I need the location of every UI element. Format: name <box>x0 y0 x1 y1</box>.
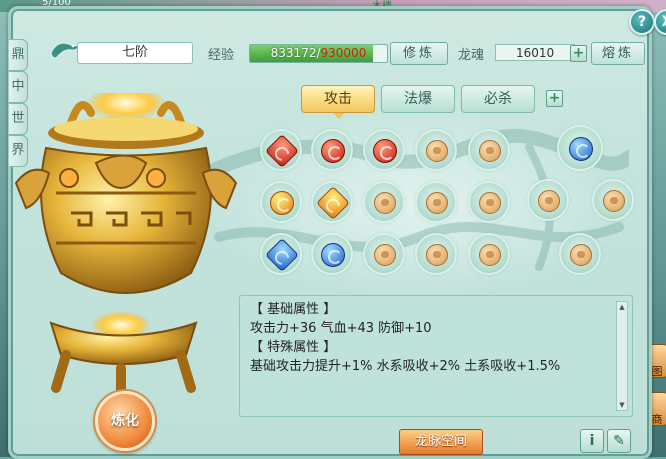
vein-slot-r2-c1[interactable] <box>262 183 300 221</box>
edit-button[interactable]: ✎ <box>607 429 631 453</box>
dragon-vein-panel: 鼎 中 世 界 七阶 经验 833172/930000 修炼 龙魂 16010 … <box>8 6 666 459</box>
info-button[interactable]: i <box>580 429 604 453</box>
cultivate-button[interactable]: 修炼 <box>390 42 448 65</box>
base-attr-header: 【 基础属性 】 <box>250 302 337 317</box>
side-tab-1[interactable]: 鼎 <box>9 39 28 71</box>
vein-slot-r1-c4[interactable] <box>417 131 455 169</box>
locked-token-icon <box>479 244 501 266</box>
locked-token-icon <box>374 244 396 266</box>
tab-attack[interactable]: 攻击 <box>301 85 375 119</box>
help-button[interactable]: ? <box>629 9 655 35</box>
blue-orb-icon <box>321 243 345 267</box>
vein-slot-r1-c3[interactable] <box>365 131 403 169</box>
vein-slot-r1-c5[interactable] <box>470 131 508 169</box>
scroll-down-icon[interactable]: ▼ <box>617 400 627 410</box>
attribute-info-box: 【 基础属性 】 攻击力+36 气血+43 防御+10 【 特殊属性 】 基础攻… <box>239 295 633 417</box>
locked-token-icon <box>570 244 592 266</box>
add-soul-button[interactable]: + <box>570 45 587 62</box>
rank-name: 七阶 <box>77 42 193 64</box>
golden-cauldron-image <box>14 93 238 393</box>
add-tab-button[interactable]: + <box>546 90 563 107</box>
dragon-soul-value: 16010 <box>495 44 575 61</box>
vein-slot-r3-c1[interactable] <box>262 235 300 273</box>
info-scrollbar[interactable]: ▲ ▼ <box>616 301 628 411</box>
locked-token-icon <box>538 190 560 212</box>
vein-slot-r3-c3[interactable] <box>365 235 403 273</box>
base-attr-line: 攻击力+36 气血+43 防御+10 <box>250 321 432 336</box>
vein-slot-right-2[interactable] <box>594 181 632 219</box>
vein-slot-r2-c2[interactable] <box>313 183 351 221</box>
vein-slot-r3-c4[interactable] <box>417 235 455 273</box>
vein-slot-r1-c1[interactable] <box>262 131 300 169</box>
locked-token-icon <box>603 190 625 212</box>
locked-token-icon <box>479 192 501 214</box>
orange-orb-icon <box>270 191 294 215</box>
exp-label: 经验 <box>208 48 235 63</box>
refine-button[interactable]: 炼化 <box>95 391 155 451</box>
orange-gem-icon <box>316 186 350 220</box>
vein-slot-r3-c2[interactable] <box>313 235 351 273</box>
vein-slot-r3-c5[interactable] <box>470 235 508 273</box>
locked-token-icon <box>374 192 396 214</box>
vein-slot-r2-c3[interactable] <box>365 183 403 221</box>
blue-gem-icon <box>265 238 299 272</box>
exp-text: 833172/930000 <box>270 46 367 60</box>
vein-core-slot[interactable] <box>559 127 601 169</box>
tab-critical[interactable]: 必杀 <box>461 85 535 113</box>
locked-token-icon <box>426 140 448 162</box>
scroll-up-icon[interactable]: ▲ <box>617 302 627 312</box>
vein-slot-right-1[interactable] <box>529 181 567 219</box>
tab-magic-burst[interactable]: 法爆 <box>381 85 455 113</box>
red-orb-icon <box>373 139 397 163</box>
red-gem-icon <box>265 134 299 168</box>
dragon-vein-space-button[interactable]: 龙脉空间 <box>399 429 483 455</box>
red-orb-icon <box>321 139 345 163</box>
locked-token-icon <box>426 244 448 266</box>
special-attr-line: 基础攻击力提升+1% 水系吸收+2% 土系吸收+1.5% <box>250 359 561 374</box>
blue-core-orb-icon <box>569 137 593 161</box>
vein-slot-right-3[interactable] <box>561 235 599 273</box>
vein-slot-r2-c4[interactable] <box>417 183 455 221</box>
vein-slot-r1-c2[interactable] <box>313 131 351 169</box>
special-attr-header: 【 特殊属性 】 <box>250 340 337 355</box>
vein-slot-r2-c5[interactable] <box>470 183 508 221</box>
dragon-soul-label: 龙魂 <box>458 48 485 63</box>
locked-token-icon <box>426 192 448 214</box>
locked-token-icon <box>479 140 501 162</box>
smelt-button[interactable]: 熔炼 <box>591 42 645 65</box>
exp-bar: 833172/930000 <box>249 44 388 63</box>
